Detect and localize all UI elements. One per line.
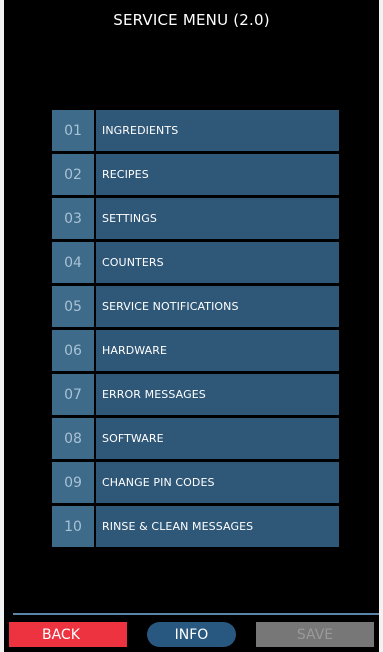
service-menu-list: 01 INGREDIENTS 02 RECIPES 03 SETTINGS 04… bbox=[52, 110, 339, 550]
menu-item-number: 04 bbox=[52, 242, 94, 283]
menu-item-counters[interactable]: 04 COUNTERS bbox=[52, 242, 339, 283]
menu-item-number: 08 bbox=[52, 418, 94, 459]
menu-item-settings[interactable]: 03 SETTINGS bbox=[52, 198, 339, 239]
menu-item-number: 05 bbox=[52, 286, 94, 327]
menu-item-service-notifications[interactable]: 05 SERVICE NOTIFICATIONS bbox=[52, 286, 339, 327]
menu-item-label: INGREDIENTS bbox=[96, 110, 339, 151]
menu-item-label: SETTINGS bbox=[96, 198, 339, 239]
service-menu-screen: SERVICE MENU (2.0) 01 INGREDIENTS 02 REC… bbox=[4, 0, 379, 652]
page-title: SERVICE MENU (2.0) bbox=[113, 11, 270, 29]
menu-item-change-pin-codes[interactable]: 09 CHANGE PIN CODES bbox=[52, 462, 339, 503]
save-button: SAVE bbox=[256, 622, 374, 647]
menu-item-number: 07 bbox=[52, 374, 94, 415]
menu-item-error-messages[interactable]: 07 ERROR MESSAGES bbox=[52, 374, 339, 415]
menu-item-label: SERVICE NOTIFICATIONS bbox=[96, 286, 339, 327]
menu-item-label: COUNTERS bbox=[96, 242, 339, 283]
menu-item-number: 03 bbox=[52, 198, 94, 239]
menu-item-label: ERROR MESSAGES bbox=[96, 374, 339, 415]
menu-item-number: 06 bbox=[52, 330, 94, 371]
menu-item-label: SOFTWARE bbox=[96, 418, 339, 459]
menu-item-rinse-clean-messages[interactable]: 10 RINSE & CLEAN MESSAGES bbox=[52, 506, 339, 547]
menu-item-ingredients[interactable]: 01 INGREDIENTS bbox=[52, 110, 339, 151]
menu-item-number: 01 bbox=[52, 110, 94, 151]
info-button[interactable]: INFO bbox=[147, 622, 236, 647]
menu-item-number: 09 bbox=[52, 462, 94, 503]
menu-item-hardware[interactable]: 06 HARDWARE bbox=[52, 330, 339, 371]
footer-divider bbox=[13, 613, 379, 615]
menu-item-label: RINSE & CLEAN MESSAGES bbox=[96, 506, 339, 547]
menu-item-number: 02 bbox=[52, 154, 94, 195]
back-button[interactable]: BACK bbox=[9, 622, 127, 647]
menu-item-label: CHANGE PIN CODES bbox=[96, 462, 339, 503]
menu-item-recipes[interactable]: 02 RECIPES bbox=[52, 154, 339, 195]
menu-item-label: HARDWARE bbox=[96, 330, 339, 371]
menu-item-number: 10 bbox=[52, 506, 94, 547]
menu-item-software[interactable]: 08 SOFTWARE bbox=[52, 418, 339, 459]
menu-item-label: RECIPES bbox=[96, 154, 339, 195]
